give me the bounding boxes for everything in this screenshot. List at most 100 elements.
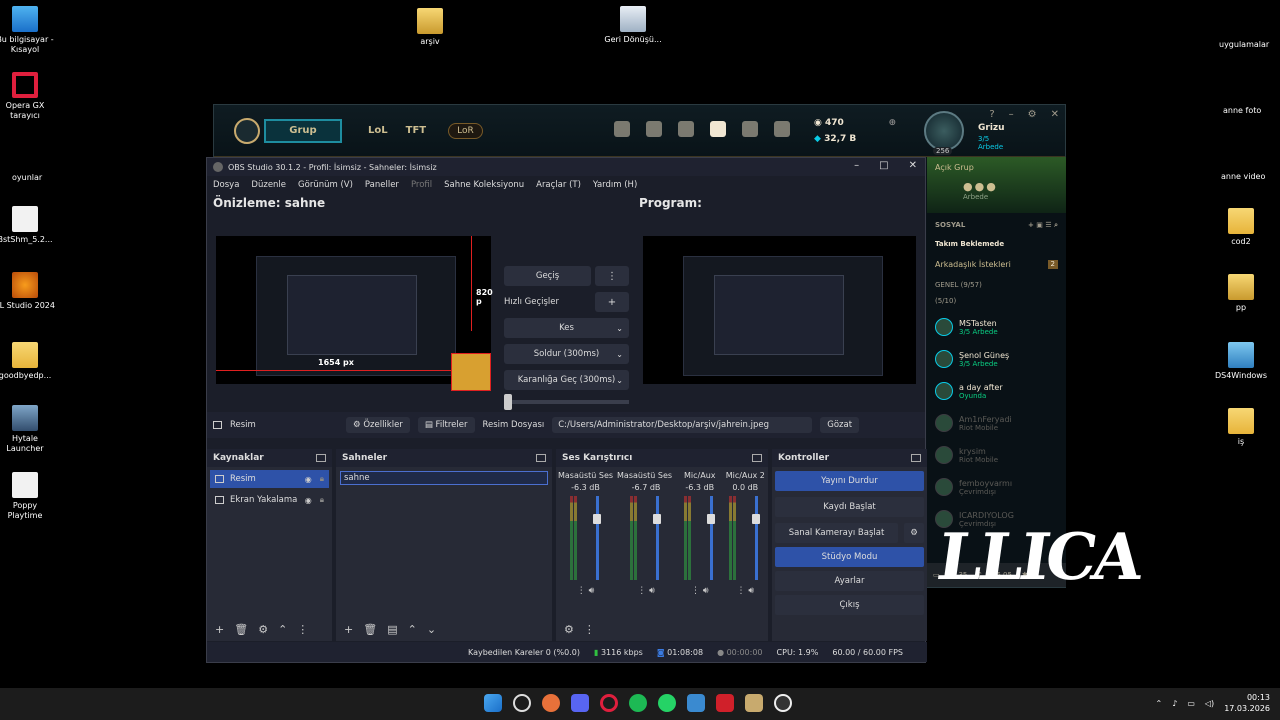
menu-sahne-koleksiyonu[interactable]: Sahne Koleksiyonu [444,180,524,190]
t-bar-slider[interactable] [504,394,629,410]
selected-source-box[interactable] [451,353,491,391]
desktop-icon-arsiv[interactable]: arşiv [400,8,460,47]
advanced-audio-icon[interactable]: ⚙ [564,623,574,636]
volume-fader-handle[interactable] [592,514,601,524]
popout-icon[interactable] [316,454,326,462]
add-source-icon[interactable]: + [215,623,224,636]
more-icon[interactable]: ⋮ [584,623,595,636]
play-button[interactable]: Grup [264,118,342,143]
gear-icon[interactable]: ⚙ [1028,109,1037,120]
filters-button[interactable]: ▤ Filtreler [417,417,475,433]
desktop-icon-anne-foto[interactable]: anne foto [1223,106,1261,115]
more-icon[interactable]: ⋮ [297,623,308,636]
desktop-icon-anne-video[interactable]: anne video [1221,172,1265,181]
add-rp-icon[interactable]: ⊕ [888,115,896,131]
stop-stream-button[interactable]: Yayını Durdur [775,471,924,491]
desktop-icon-oyunlar[interactable]: oyunlar [12,173,42,182]
general-group[interactable]: GENEL (9/57) [927,275,1066,295]
desktop-icon-fl-studio[interactable]: FL Studio 2024 [0,272,55,311]
help-icon[interactable]: ? [989,109,994,120]
maximize-icon[interactable]: □ [879,160,888,171]
friend-item[interactable]: Şenol Güneş 3/5 Arbede [927,343,1066,375]
transition-menu-icon[interactable]: ⋮ [595,266,629,286]
more-icon[interactable]: ⋮ [691,586,700,596]
nav-home-icon[interactable] [614,121,630,137]
desktop-icon-is[interactable]: iş [1211,408,1271,447]
move-up-icon[interactable]: ⌃ [408,623,417,636]
app-icon[interactable] [687,694,705,712]
tab-lol[interactable]: LoL [368,125,388,136]
nav-champions-icon[interactable] [678,121,694,137]
t-bar-handle[interactable] [504,394,512,410]
volume-fader-handle[interactable] [706,514,715,524]
speaker-icon[interactable]: 🔊︎ [748,586,754,596]
volume-fader[interactable] [595,496,599,580]
volume-fader[interactable] [709,496,713,580]
network-icon[interactable]: ▭ [1187,699,1195,708]
preview-canvas[interactable]: 1654 px 820 p [216,236,493,391]
lor-button[interactable]: LoR [448,122,483,139]
nav-collection-icon[interactable] [646,121,662,137]
volume-fader[interactable] [656,496,660,580]
desktop-icon-ds4windows[interactable]: DS4Windows [1211,342,1271,381]
source-item-resim[interactable]: Resim ◉ 🔒︎ [210,470,329,488]
desktop-icon-goodbyedpi[interactable]: goodbyedp... [0,342,55,381]
minimize-icon[interactable]: – [1009,109,1014,120]
desktop-icon-uygulamalar[interactable]: uygulamalar [1219,40,1269,49]
desktop-icon-opera[interactable]: Opera GX tarayıcı [0,72,55,121]
desktop-icon-this-pc[interactable]: Bu bilgisayar - Kısayol [0,6,55,55]
nav-store-icon[interactable] [710,121,726,137]
popout-icon[interactable] [536,454,546,462]
friend-requests[interactable]: Arkadaşlık İstekleri 2 [927,254,1066,275]
add-quick-transition-icon[interactable]: + [595,292,629,312]
desktop-icon-recycle-bin[interactable]: Geri Dönüşü... [603,6,663,45]
popout-icon[interactable] [752,454,762,462]
league-icon[interactable] [745,694,763,712]
friend-item[interactable]: krysim Riot Mobile [927,439,1066,471]
speaker-icon[interactable]: 🔊︎ [649,586,655,596]
image-file-path-field[interactable]: C:/Users/Administrator/Desktop/arşiv/jah… [552,417,813,433]
sub-group[interactable]: (5/10) [927,295,1066,311]
whatsapp-icon[interactable] [658,694,676,712]
friend-item[interactable]: a day after Oyunda [927,375,1066,407]
nav-loot-icon[interactable] [742,121,758,137]
transition-fade-black[interactable]: Karanlığa Geç (300ms) ⌄ [504,370,629,390]
add-friend-icon[interactable]: + ▣ ☰ ⌕ [1028,221,1058,230]
volume-fader-handle[interactable] [752,514,761,524]
source-settings-icon[interactable]: ⚙ [258,623,268,636]
move-up-icon[interactable]: ⌃ [278,623,287,636]
start-recording-button[interactable]: Kaydı Başlat [775,497,924,517]
eye-icon[interactable]: ◉ [305,475,312,484]
opera-icon[interactable] [600,694,618,712]
more-icon[interactable]: ⋮ [637,586,646,596]
group-panel[interactable]: Açık Grup ●●● Arbede [927,157,1066,213]
desktop-icon-hytale[interactable]: Hytale Launcher [0,405,55,454]
close-icon[interactable]: ✕ [1051,109,1059,120]
studio-mode-button[interactable]: Stüdyo Modu [775,547,924,567]
transition-fade[interactable]: Soldur (300ms) ⌄ [504,344,629,364]
spotify-icon[interactable] [629,694,647,712]
remove-source-icon[interactable]: 🗑︎ [234,623,248,636]
riot-icon[interactable] [716,694,734,712]
menu-gorunum[interactable]: Görünüm (V) [298,180,353,190]
clock[interactable]: 00:13 17.03.2026 [1224,692,1270,714]
close-icon[interactable]: ✕ [909,160,917,171]
scene-filter-icon[interactable]: ▤ [387,623,397,636]
desktop-icon-file[interactable]: BstShm_5.2... [0,206,55,245]
menu-dosya[interactable]: Dosya [213,180,239,190]
menu-yardim[interactable]: Yardım (H) [593,180,637,190]
team-waiting[interactable]: Takım Beklemede [927,234,1066,254]
more-icon[interactable]: ⋮ [736,586,745,596]
more-icon[interactable]: ⋮ [577,586,586,596]
volume-fader[interactable] [755,496,759,580]
properties-button[interactable]: ⚙ Özellikler [346,417,410,433]
start-virtual-camera-button[interactable]: Sanal Kamerayı Başlat [775,523,898,543]
search-icon[interactable] [513,694,531,712]
profile-area[interactable]: 256 Grizu 3/5 Arbede [924,111,1005,155]
start-icon[interactable] [484,694,502,712]
speaker-icon[interactable]: 🔊︎ [589,586,595,596]
lock-icon[interactable]: 🔒︎ [320,474,324,484]
mic-icon[interactable]: ♪ [1172,699,1177,708]
obs-icon[interactable] [774,694,792,712]
menu-paneller[interactable]: Paneller [365,180,399,190]
